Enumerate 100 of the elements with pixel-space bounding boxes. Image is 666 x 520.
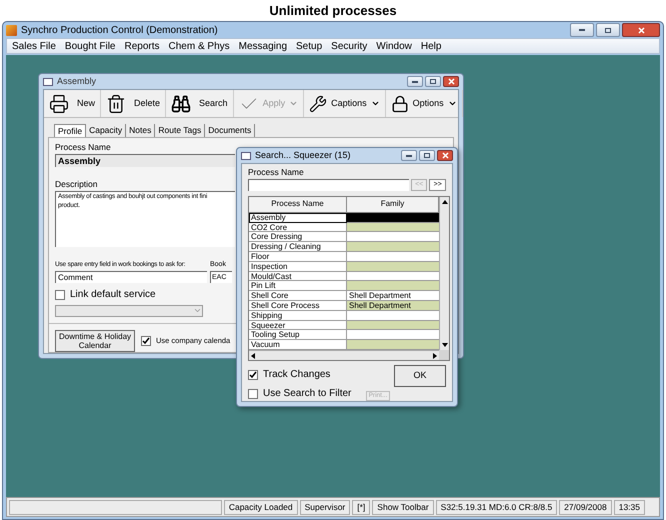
menu-item[interactable]: Chem & Phys [168, 38, 230, 54]
menu-item[interactable]: Help [420, 38, 442, 54]
status-panel: S32:5.19.31 MD:6.0 CR:8/8.5 [436, 500, 558, 514]
caret-icon [370, 99, 380, 108]
padlock-icon [390, 94, 409, 112]
process-name-search-field[interactable] [248, 178, 409, 191]
caret-icon [193, 306, 202, 315]
table-cell[interactable]: Vacuum [249, 340, 347, 350]
toolbar-button[interactable]: Search [166, 90, 234, 117]
table-cell[interactable]: Dressing / Cleaning [249, 242, 347, 252]
binoculars-icon [171, 94, 192, 114]
trash-icon [106, 94, 126, 114]
close-button[interactable] [443, 76, 459, 87]
minimize-button[interactable] [401, 150, 417, 162]
close-button[interactable] [437, 150, 453, 162]
close-button[interactable] [622, 23, 660, 37]
table-cell[interactable] [347, 330, 439, 340]
menu-item[interactable]: Security [331, 38, 368, 54]
checkbox[interactable] [248, 370, 258, 380]
window-title: Assembly [57, 74, 98, 88]
window-title: Search... Squeezer (15) [255, 148, 352, 162]
toolbar-button[interactable]: Options [386, 90, 463, 117]
table-cell[interactable] [347, 232, 439, 242]
status-panel: Supervisor [300, 500, 350, 514]
close-icon [448, 78, 454, 85]
menu-item[interactable]: Sales File [12, 38, 56, 54]
caret-icon [289, 99, 298, 108]
scroll-down-icon[interactable] [442, 343, 448, 347]
checkbox-label: Link default service [70, 288, 156, 302]
wrench-icon [309, 94, 328, 112]
process-name-field[interactable]: Assembly [55, 154, 235, 167]
status-panel: 27/09/2008 [559, 500, 612, 514]
minimize-button[interactable] [407, 76, 423, 87]
close-icon [442, 152, 448, 160]
checkbox-label: Use Search to Filter [263, 387, 352, 401]
table-cell[interactable] [347, 222, 439, 232]
close-icon [638, 26, 644, 34]
table-cell[interactable]: Shell Core Process [249, 301, 347, 311]
status-panel: Show Toolbar [372, 500, 434, 514]
column-header[interactable]: Family [347, 196, 439, 213]
menu-item[interactable]: Bought File [64, 38, 116, 54]
toolbar-button[interactable]: New [44, 90, 102, 117]
menu-item[interactable]: Setup [296, 38, 322, 54]
table-cell[interactable] [347, 242, 439, 252]
status-panel: [*] [352, 500, 370, 514]
tab[interactable]: Profile [54, 124, 86, 137]
table-cell[interactable] [347, 281, 439, 292]
toolbar-button[interactable]: Captions [304, 90, 386, 117]
table-cell[interactable]: Mould/Cast [249, 272, 347, 282]
table-cell[interactable] [347, 252, 439, 262]
checkbox[interactable] [55, 290, 65, 300]
table-cell[interactable]: Shell Department [347, 301, 439, 311]
table-cell[interactable]: Pin Lift [249, 281, 347, 292]
table-cell[interactable]: Shipping [249, 310, 347, 321]
checkbox[interactable] [248, 388, 258, 398]
field-label: Process Name [55, 141, 111, 154]
scroll-left-icon[interactable] [251, 352, 255, 358]
table-cell[interactable] [347, 340, 439, 350]
field-label: Description [55, 178, 98, 190]
maximize-button[interactable] [419, 150, 435, 162]
page-caption: Unlimited processes [269, 2, 397, 20]
table-cell[interactable]: Floor [249, 252, 347, 262]
status-panel: 13:35 [614, 500, 645, 514]
table-cell[interactable]: Assembly [249, 212, 347, 223]
toolbar-button[interactable]: Delete [101, 90, 166, 117]
table-cell[interactable] [347, 310, 439, 321]
window-icon [43, 78, 53, 86]
menu-item[interactable]: Messaging [238, 38, 288, 54]
scroll-right-icon[interactable] [433, 352, 437, 358]
checkbox[interactable] [141, 336, 151, 346]
table-cell[interactable] [347, 262, 439, 272]
scroll-up-icon[interactable] [442, 200, 448, 204]
minimize-button[interactable] [570, 23, 594, 37]
status-panel: Capacity Loaded [224, 500, 298, 514]
table-cell[interactable]: Shell Department [347, 291, 439, 302]
caret-icon [448, 99, 457, 108]
ok-button[interactable]: OK [394, 365, 446, 387]
column-header[interactable]: Process Name [249, 196, 347, 213]
table-cell[interactable] [347, 212, 439, 223]
spare-entry-field[interactable]: Comment [55, 271, 207, 283]
table-cell[interactable] [347, 272, 439, 282]
table-cell[interactable]: Inspection [249, 262, 347, 272]
menu-item[interactable]: Window [376, 38, 412, 54]
menu-item[interactable]: Reports [124, 38, 160, 54]
table-cell[interactable]: Tooling Setup [249, 330, 347, 340]
table-cell[interactable]: Core Dressing [249, 232, 347, 242]
maximize-button[interactable] [596, 23, 620, 37]
checkbox-label: Track Changes [263, 368, 330, 382]
maximize-button[interactable] [425, 76, 441, 87]
window-icon [241, 152, 251, 160]
table-cell[interactable]: Shell Core [249, 291, 347, 302]
field-label: Process Name [248, 166, 305, 179]
table-cell[interactable] [347, 320, 439, 330]
calendar-button[interactable]: Downtime & Holiday Calendar [55, 330, 135, 352]
table-cell[interactable]: CO2 Core [249, 222, 347, 232]
app-logo-icon [6, 24, 17, 36]
printer-icon [49, 94, 69, 114]
table-cell[interactable]: Squeezer [249, 320, 347, 330]
horizontal-scrollbar[interactable] [249, 350, 439, 360]
vertical-scrollbar[interactable] [439, 196, 449, 350]
